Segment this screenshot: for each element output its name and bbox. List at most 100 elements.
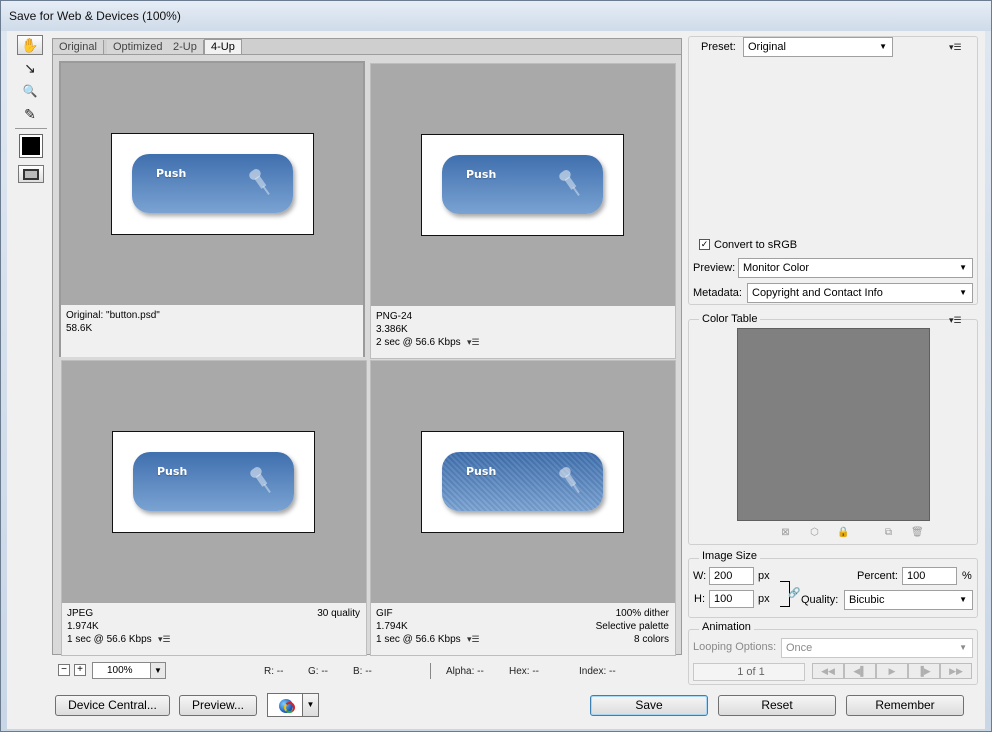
window-title: Save for Web & Devices (100%): [9, 9, 181, 23]
zoom-tool-button[interactable]: 🔍: [17, 81, 43, 101]
metadata-label: Metadata:: [693, 287, 742, 299]
slice-visibility-icon: [23, 168, 39, 180]
chevron-down-icon[interactable]: ▼: [150, 663, 165, 678]
lock-color-icon[interactable]: 🔒: [837, 527, 849, 538]
percent-field[interactable]: 100: [902, 567, 957, 585]
pane-size: 58.6K: [66, 323, 93, 334]
link-icon[interactable]: 🔗: [788, 588, 800, 599]
tab-4-up[interactable]: 4-Up: [204, 39, 242, 55]
toolbox: ✋ ↘ 🔍 ✎: [15, 35, 47, 183]
chevron-down-icon: ▼: [959, 643, 967, 652]
image-preview: Push: [111, 133, 314, 235]
eyedropper-tool-button[interactable]: ✎: [17, 104, 43, 124]
preview-in-browser-control: ▼: [267, 693, 319, 717]
zoom-out-button[interactable]: −: [58, 664, 70, 676]
next-frame-icon[interactable]: ▐▶: [908, 663, 940, 679]
pane-format: GIF: [376, 608, 393, 619]
pane-canvas: Push: [371, 361, 675, 601]
preset-value: Original: [748, 41, 786, 53]
push-button-text: Push: [466, 465, 497, 478]
frame-counter: 1 of 1: [693, 663, 805, 681]
zoom-level-field[interactable]: 100% ▼: [92, 662, 166, 679]
optimize-menu-icon[interactable]: ▾☰: [949, 42, 962, 53]
preset-label: Preset:: [701, 41, 736, 53]
image-preview: Push: [112, 431, 315, 533]
height-field[interactable]: 100: [709, 590, 754, 608]
toolbox-divider: [15, 128, 47, 129]
preview-pane-gif[interactable]: Push GIF 1.794K 1 sec @ 56.6 Kbps ▾☰ 100…: [370, 360, 676, 656]
image-size-title: Image Size: [699, 550, 761, 562]
pane-format: Original: "button.psd": [66, 310, 160, 321]
reset-button[interactable]: Reset: [718, 695, 836, 716]
play-icon[interactable]: ▶: [876, 663, 908, 679]
color-table-swatches[interactable]: [737, 328, 930, 521]
color-table-menu-icon[interactable]: ▾☰: [949, 315, 962, 326]
pushpin-icon: [245, 463, 279, 499]
pane-download-time: 1 sec @ 56.6 Kbps: [67, 634, 152, 645]
push-button-graphic: Push: [133, 452, 294, 511]
metadata-select[interactable]: Copyright and Contact Info ▼: [747, 283, 973, 303]
status-divider: [430, 663, 431, 679]
preview-button[interactable]: Preview...: [179, 695, 257, 716]
download-rate-menu-icon[interactable]: ▾☰: [158, 633, 171, 646]
magnifier-icon: 🔍: [22, 84, 38, 98]
eyedropper-icon: ✎: [24, 105, 36, 122]
pane-canvas: Push: [62, 361, 366, 601]
preview-select[interactable]: Monitor Color ▼: [738, 258, 973, 278]
first-frame-icon[interactable]: ◀◀: [812, 663, 844, 679]
web-shift-icon[interactable]: ⬡: [809, 527, 820, 538]
map-transparency-icon[interactable]: ⊠: [780, 527, 791, 538]
quality-label: Quality:: [801, 594, 839, 606]
title-bar: Save for Web & Devices (100%): [1, 1, 991, 31]
download-rate-menu-icon[interactable]: ▾☰: [467, 336, 480, 349]
alpha-readout: Alpha: --: [446, 666, 484, 677]
hand-tool-button[interactable]: ✋: [17, 35, 43, 55]
slice-select-tool-button[interactable]: ↘: [17, 58, 43, 78]
red-readout: R: --: [264, 666, 284, 677]
looping-options-value: Once: [786, 642, 813, 654]
looping-options-select[interactable]: Once ▼: [781, 638, 973, 658]
last-frame-icon[interactable]: ▶▶: [940, 663, 972, 679]
push-button-text: Push: [157, 465, 188, 478]
pane-quality: 30 quality: [317, 608, 360, 619]
trash-icon[interactable]: 🗑: [911, 527, 924, 538]
tab-original[interactable]: Original: [53, 40, 104, 55]
push-button-text: Push: [466, 168, 497, 181]
preview-pane-png24[interactable]: Push PNG-24 3.386K 2 sec @ 56.6 Kbps ▾☰: [370, 63, 676, 359]
quality-select[interactable]: Bicubic ▼: [844, 590, 973, 610]
preview-pane-original[interactable]: Push Original: "button.psd" 58.6K: [59, 61, 365, 357]
push-button-graphic: Push: [442, 155, 603, 214]
tab-2-up[interactable]: 2-Up: [167, 40, 204, 55]
zoom-in-button[interactable]: +: [74, 664, 86, 676]
tab-optimized[interactable]: Optimized: [107, 40, 170, 55]
browser-globe-icon: [279, 699, 295, 713]
convert-srgb-checkbox[interactable]: ✓: [699, 239, 710, 250]
pushpin-icon: [244, 165, 278, 201]
preview-pane-jpeg[interactable]: Push JPEG 1.974K 1 sec @ 56.6 Kbps ▾☰ 30…: [61, 360, 367, 656]
pane-format: JPEG: [67, 608, 94, 619]
browser-dropdown-button[interactable]: ▼: [303, 693, 319, 717]
pane-palette: Selective palette: [595, 621, 669, 632]
percent-label: Percent:: [857, 570, 898, 582]
preset-select[interactable]: Original ▼: [743, 37, 893, 57]
add-color-icon[interactable]: ⧉: [883, 527, 894, 538]
save-for-web-dialog: Save for Web & Devices (100%) ✋ ↘ 🔍 ✎ Or…: [0, 0, 992, 732]
width-field[interactable]: 200: [709, 567, 754, 585]
save-button[interactable]: Save: [590, 695, 708, 716]
push-button-text: Push: [156, 167, 187, 180]
previous-frame-icon[interactable]: ◀▌: [844, 663, 876, 679]
eyedropper-color-swatch[interactable]: [19, 134, 43, 158]
chevron-down-icon: ▼: [959, 263, 967, 272]
remember-button[interactable]: Remember: [846, 695, 964, 716]
preview-in-browser-button[interactable]: [267, 693, 303, 717]
pane-download-time: 1 sec @ 56.6 Kbps: [376, 634, 461, 645]
pane-dither: 100% dither: [615, 608, 669, 619]
pane-size: 1.794K: [376, 621, 408, 632]
green-readout: G: --: [308, 666, 328, 677]
quality-value: Bicubic: [849, 594, 885, 606]
device-central-button[interactable]: Device Central...: [55, 695, 170, 716]
pane-format: PNG-24: [376, 311, 413, 322]
toggle-slices-visibility-button[interactable]: [18, 165, 44, 183]
pane-colors: 8 colors: [633, 634, 669, 645]
download-rate-menu-icon[interactable]: ▾☰: [467, 633, 480, 646]
